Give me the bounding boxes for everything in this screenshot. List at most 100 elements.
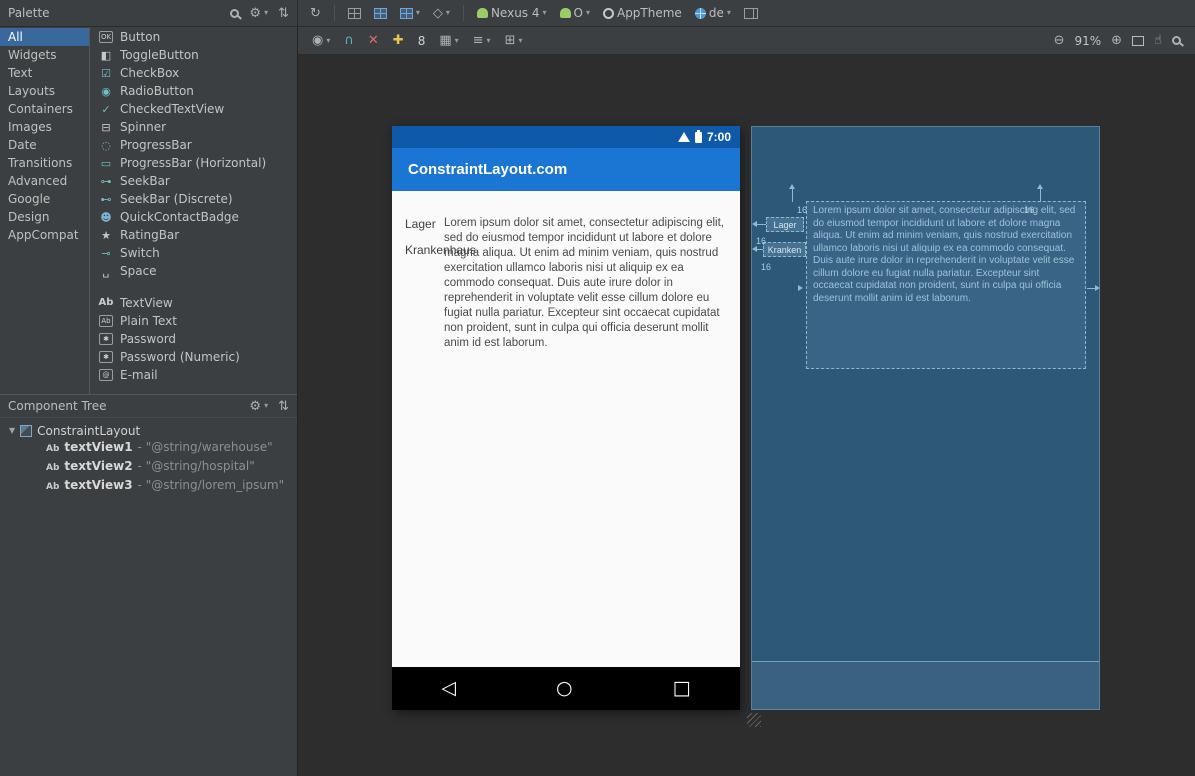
palette-item-label: ToggleButton: [120, 48, 199, 62]
tree-node-id: textView3: [64, 478, 133, 492]
palette-item-password-numeric[interactable]: ✱ Password (Numeric): [90, 348, 297, 366]
textview-icon: Ab: [46, 463, 60, 473]
clear-constraints-icon[interactable]: ✕: [368, 34, 379, 47]
palette-category-text[interactable]: Text: [0, 64, 89, 82]
component-tree-settings-button[interactable]: ⚙ ▾: [249, 400, 268, 413]
palette-item-space[interactable]: ␣ Space: [90, 262, 297, 280]
palette-item-togglebutton[interactable]: ◧ ToggleButton: [90, 46, 297, 64]
infer-constraints-icon[interactable]: ✚: [393, 34, 404, 47]
palette-category-design[interactable]: Design: [0, 208, 89, 226]
palette-item-seekbar-discrete[interactable]: ⊷ SeekBar (Discrete): [90, 190, 297, 208]
palette-category-google[interactable]: Google: [0, 190, 89, 208]
palette-item-switch[interactable]: ⊸ Switch: [90, 244, 297, 262]
zoom-in-button[interactable]: ⊕: [1111, 34, 1122, 47]
palette-search-icon[interactable]: [230, 8, 240, 18]
editor-mode-icon[interactable]: [743, 7, 758, 19]
palette-item-radiobutton[interactable]: ◉ RadioButton: [90, 82, 297, 100]
palette-category-appcompat[interactable]: AppCompat: [0, 226, 89, 244]
tree-node-textview1[interactable]: Ab textView1 - "@string/warehouse": [0, 440, 297, 459]
palette-category-layouts[interactable]: Layouts: [0, 82, 89, 100]
tree-node-textview3[interactable]: Ab textView3 - "@string/lorem_ipsum": [0, 478, 297, 497]
autoconnect-magnet-icon[interactable]: ∩: [344, 34, 354, 47]
top-toolbar: Palette ⚙ ▾ ⇅ ↻ ▾ ◇ ▾ Nexus 4 ▾ O ▾ AppT…: [0, 0, 1195, 27]
default-margin-value[interactable]: 8: [418, 34, 426, 48]
design-view-device[interactable]: 7:00 ConstraintLayout.com Lager Krankenh…: [392, 126, 740, 710]
palette-category-date[interactable]: Date: [0, 136, 89, 154]
palette-item-plain-text[interactable]: Ab Plain Text: [90, 312, 297, 330]
design-canvas[interactable]: 7:00 ConstraintLayout.com Lager Krankenh…: [298, 55, 1195, 776]
search-icon[interactable]: [1172, 36, 1181, 45]
android-studio-layout-editor: Palette ⚙ ▾ ⇅ ↻ ▾ ◇ ▾ Nexus 4 ▾ O ▾ AppT…: [0, 0, 1195, 776]
palette-category-transitions[interactable]: Transitions: [0, 154, 89, 172]
palette-item-progressbar-horizontal[interactable]: ▭ ProgressBar (Horizontal): [90, 154, 297, 172]
palette-widget-list: OK Button ◧ ToggleButton ☑ CheckBox ◉ Ra…: [90, 27, 297, 394]
wifi-icon: [677, 132, 690, 142]
zoom-out-button[interactable]: ⊖: [1054, 34, 1065, 47]
palette-item-label: QuickContactBadge: [120, 210, 239, 224]
palette-item-textview[interactable]: Ab TextView: [90, 294, 297, 312]
palette-item-ratingbar[interactable]: ★ RatingBar: [90, 226, 297, 244]
palette-item-spinner[interactable]: ⊟ Spinner: [90, 118, 297, 136]
pan-hand-icon[interactable]: ☝: [1154, 34, 1162, 47]
palette-item-seekbar[interactable]: ⊶ SeekBar: [90, 172, 297, 190]
zoom-to-fit-icon[interactable]: [1132, 35, 1145, 46]
design-surface-icon[interactable]: [347, 7, 361, 19]
blueprint-hospital-box[interactable]: Kranken: [763, 242, 806, 257]
textview-warehouse[interactable]: Lager: [405, 217, 436, 231]
palette-item-quickcontactbadge[interactable]: ☻ QuickContactBadge: [90, 208, 297, 226]
refresh-icon[interactable]: ↻: [310, 7, 321, 20]
palette-item-label: Spinner: [120, 120, 167, 134]
palette-item-progressbar[interactable]: ◌ ProgressBar: [90, 136, 297, 154]
textview-icon: Ab: [46, 444, 60, 454]
variant-selector[interactable]: ◇ ▾: [433, 7, 450, 20]
orientation-selector[interactable]: ▾: [399, 7, 420, 19]
palette-view-options-icon[interactable]: ⇅: [278, 7, 289, 20]
guidelines-button[interactable]: ⊞ ▾: [505, 34, 523, 47]
screen-content: Lager Krankenhaus Lorem ipsum dolor sit …: [392, 191, 740, 667]
margin-label: 16: [1024, 205, 1035, 215]
blueprint-warehouse-box[interactable]: Lager: [766, 217, 804, 232]
palette-category-containers[interactable]: Containers: [0, 100, 89, 118]
locale-selector[interactable]: de ▾: [694, 6, 731, 20]
palette-category-images[interactable]: Images: [0, 118, 89, 136]
component-tree-view-options-icon[interactable]: ⇅: [278, 400, 289, 413]
tree-node-textview2[interactable]: Ab textView2 - "@string/hospital": [0, 459, 297, 478]
expand-caret-icon[interactable]: ▼: [9, 426, 15, 435]
theme-selector[interactable]: AppTheme: [602, 6, 682, 20]
blueprint-lorem-rect[interactable]: Lorem ipsum dolor sit amet, consectetur …: [806, 201, 1086, 369]
align-icon: ≡: [472, 33, 484, 48]
tree-node-value: - "@string/lorem_ipsum": [137, 478, 285, 492]
pack-icon: ▦: [439, 33, 452, 48]
palette-categories: All Widgets Text Layouts Containers Imag…: [0, 27, 90, 394]
palette-category-widgets[interactable]: Widgets: [0, 46, 89, 64]
palette-item-button[interactable]: OK Button: [90, 28, 297, 46]
textview-lorem-ipsum[interactable]: Lorem ipsum dolor sit amet, consectetur …: [444, 216, 726, 351]
password-numeric-lock-icon: ✱: [99, 351, 113, 363]
constraint-arrow: [798, 285, 803, 291]
palette-item-checkedtextview[interactable]: ✓ CheckedTextView: [90, 100, 297, 118]
ratingbar-icon: ★: [101, 228, 111, 242]
chevron-down-icon: ▾: [585, 8, 590, 17]
palette-item-email[interactable]: @ E-mail: [90, 366, 297, 384]
palette-category-advanced[interactable]: Advanced: [0, 172, 89, 190]
align-button[interactable]: ≡ ▾: [473, 34, 491, 47]
device-selector[interactable]: Nexus 4 ▾: [476, 6, 547, 20]
togglebutton-icon: ◧: [100, 48, 112, 62]
blueprint-view-device[interactable]: Lorem ipsum dolor sit amet, consectetur …: [751, 126, 1100, 710]
pack-button[interactable]: ▦ ▾: [439, 34, 458, 47]
android-icon: [476, 8, 488, 18]
margin-label: 16: [761, 262, 772, 272]
left-panel: All Widgets Text Layouts Containers Imag…: [0, 27, 298, 776]
resize-handle[interactable]: [747, 713, 761, 727]
view-options-button[interactable]: ◉ ▾: [312, 34, 330, 47]
palette-settings-button[interactable]: ⚙ ▾: [249, 7, 268, 20]
constraint-arrow: [756, 249, 763, 250]
locale-selector-label: de: [708, 6, 724, 20]
orientation-icon: [399, 7, 413, 19]
blueprint-surface-icon[interactable]: [373, 7, 387, 19]
api-version-selector[interactable]: O ▾: [559, 6, 590, 20]
tree-node-constraintlayout[interactable]: ▼ ConstraintLayout: [0, 421, 297, 440]
palette-category-all[interactable]: All: [0, 28, 89, 46]
palette-item-password[interactable]: ✱ Password: [90, 330, 297, 348]
palette-item-checkbox[interactable]: ☑ CheckBox: [90, 64, 297, 82]
